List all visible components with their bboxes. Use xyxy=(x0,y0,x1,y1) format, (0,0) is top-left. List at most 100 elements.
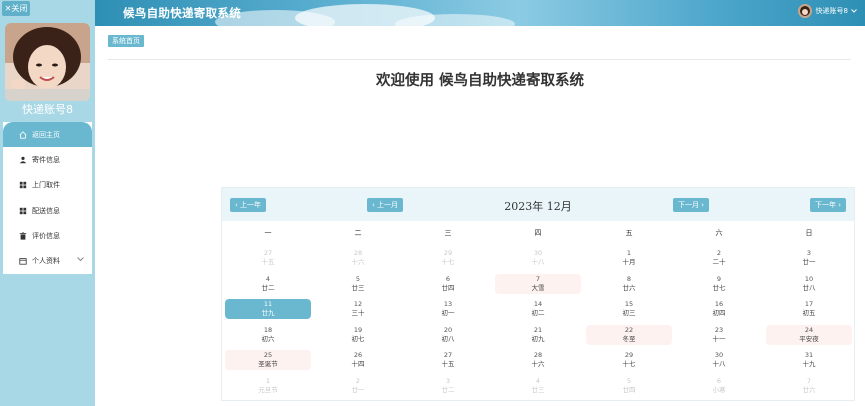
calendar-day[interactable]: 19 初七 xyxy=(315,325,401,345)
grid-icon xyxy=(17,207,29,215)
sidebar-item-profile[interactable]: 个人资料 xyxy=(3,248,92,273)
day-number: 12 xyxy=(353,300,363,308)
calendar-day[interactable]: 23 十一 xyxy=(676,325,762,345)
sidebar-item-label: 寄件信息 xyxy=(32,155,60,164)
calendar-day[interactable]: 8 廿六 xyxy=(586,274,672,294)
calendar-day[interactable]: 5 廿四 xyxy=(586,376,672,396)
lunar-date: 小寒 xyxy=(712,386,726,394)
sidebar-item-label: 个人资料 xyxy=(32,257,60,266)
calendar-day[interactable]: 3 廿一 xyxy=(766,248,852,268)
day-number: 25 xyxy=(263,351,273,359)
lunar-date: 十八 xyxy=(712,360,726,368)
day-number: 27 xyxy=(443,351,453,359)
day-number: 7 xyxy=(535,275,541,283)
day-number: 26 xyxy=(353,351,363,359)
calendar-day[interactable]: 11 廿九 xyxy=(225,299,311,319)
calendar-day[interactable]: 7 大雪 xyxy=(495,274,581,294)
lunar-date: 平安夜 xyxy=(799,335,819,343)
lunar-date: 廿四 xyxy=(441,284,455,292)
weekday-label: 二 xyxy=(354,229,362,237)
day-number: 22 xyxy=(624,326,634,334)
day-number: 7 xyxy=(806,377,812,385)
day-number: 6 xyxy=(445,275,451,283)
calendar-day[interactable]: 18 初六 xyxy=(225,325,311,345)
lunar-date: 初四 xyxy=(712,309,726,317)
calendar-day[interactable]: 6 廿四 xyxy=(405,274,491,294)
calendar-day[interactable]: 1 元旦节 xyxy=(225,376,311,396)
lunar-date: 初七 xyxy=(351,335,365,343)
calendar-day[interactable]: 20 初八 xyxy=(405,325,491,345)
day-number: 5 xyxy=(355,275,361,283)
calendar-day[interactable]: 24 平安夜 xyxy=(766,325,852,345)
close-button[interactable]: ✕关闭 xyxy=(2,1,30,16)
calendar-day[interactable]: 14 初二 xyxy=(495,299,581,319)
lunar-date: 初九 xyxy=(531,335,545,343)
weekday-row: 一二三四五六日 xyxy=(222,228,854,240)
lunar-date: 元旦节 xyxy=(258,386,278,394)
calendar-day[interactable]: 4 廿二 xyxy=(225,274,311,294)
sidebar-item-label: 配送信息 xyxy=(32,206,60,215)
calendar-day[interactable]: 17 初五 xyxy=(766,299,852,319)
sidebar-item-delivery-info[interactable]: 配送信息 xyxy=(3,198,92,223)
calendar-day[interactable]: 27 十五 xyxy=(405,350,491,370)
calendar-day[interactable]: 12 三十 xyxy=(315,299,401,319)
calendar-day[interactable]: 31 十九 xyxy=(766,350,852,370)
day-number: 27 xyxy=(263,249,273,257)
calendar-day[interactable]: 1 十月 xyxy=(586,248,672,268)
sidebar-item-reviews[interactable]: 评价信息 xyxy=(3,223,92,248)
next-year-button[interactable]: 下一年 › xyxy=(810,198,847,212)
calendar-day[interactable]: 6 小寒 xyxy=(676,376,762,396)
day-number: 2 xyxy=(716,249,722,257)
calendar-day[interactable]: 3 廿二 xyxy=(405,376,491,396)
calendar-day[interactable]: 29 十七 xyxy=(405,248,491,268)
calendar-day[interactable]: 28 十六 xyxy=(315,248,401,268)
calendar-day[interactable]: 26 十四 xyxy=(315,350,401,370)
calendar-day[interactable]: 29 十七 xyxy=(586,350,672,370)
calendar-day[interactable]: 16 初四 xyxy=(676,299,762,319)
calendar-day[interactable]: 5 廿三 xyxy=(315,274,401,294)
lunar-date: 十月 xyxy=(622,258,636,266)
calendar-day[interactable]: 2 廿一 xyxy=(315,376,401,396)
lunar-date: 廿二 xyxy=(441,386,455,394)
calendar-day[interactable]: 22 冬至 xyxy=(586,325,672,345)
sidebar-item-label: 返回主页 xyxy=(32,130,60,139)
sidebar-item-pickup[interactable]: 上门取件 xyxy=(3,173,92,198)
user-menu[interactable]: 快递账号8 xyxy=(797,4,857,18)
calendar-day[interactable]: 2 二十 xyxy=(676,248,762,268)
day-number: 4 xyxy=(535,377,541,385)
calendar-header: ‹ 上一年 ‹ 上一月 2023年 12月 下一月 › 下一年 › xyxy=(222,188,854,221)
next-month-button[interactable]: 下一月 › xyxy=(673,198,710,212)
calendar-day[interactable]: 7 廿六 xyxy=(766,376,852,396)
calendar-day[interactable]: 27 十五 xyxy=(225,248,311,268)
calendar-day[interactable]: 25 圣诞节 xyxy=(225,350,311,370)
day-number: 21 xyxy=(533,326,543,334)
calendar-day[interactable]: 4 廿三 xyxy=(495,376,581,396)
lunar-date: 十七 xyxy=(622,360,636,368)
day-number: 28 xyxy=(533,351,543,359)
lunar-date: 廿七 xyxy=(712,284,726,292)
home-icon xyxy=(17,130,29,139)
sidebar-item-home[interactable]: 返回主页 xyxy=(3,122,92,148)
lunar-date: 圣诞节 xyxy=(258,360,278,368)
calendar-day[interactable]: 9 廿七 xyxy=(676,274,762,294)
calendar-day[interactable]: 21 初九 xyxy=(495,325,581,345)
calendar-day[interactable]: 30 十八 xyxy=(495,248,581,268)
calendar-day[interactable]: 10 廿八 xyxy=(766,274,852,294)
calendar-day[interactable]: 28 十六 xyxy=(495,350,581,370)
sidebar: ✕关闭 快递账号8 返回主页 寄件信息 上门取件 配送信息 评价信息 个人资料 xyxy=(0,0,95,406)
avatar xyxy=(5,23,90,101)
calendar-icon xyxy=(17,257,29,265)
lunar-date: 廿二 xyxy=(261,284,275,292)
day-number: 10 xyxy=(804,275,814,283)
breadcrumb[interactable]: 系统首页 xyxy=(108,35,144,47)
day-number: 29 xyxy=(624,351,634,359)
lunar-date: 十七 xyxy=(441,258,455,266)
calendar: ‹ 上一年 ‹ 上一月 2023年 12月 下一月 › 下一年 › 一 二 三 四 五 六… xyxy=(221,187,855,401)
day-number: 17 xyxy=(804,300,814,308)
sidebar-item-shipping-info[interactable]: 寄件信息 xyxy=(3,147,92,172)
calendar-day[interactable]: 30 十八 xyxy=(676,350,762,370)
calendar-day[interactable]: 13 初一 xyxy=(405,299,491,319)
calendar-day[interactable]: 15 初三 xyxy=(586,299,672,319)
day-number: 2 xyxy=(355,377,361,385)
weekday-label: 四 xyxy=(534,229,542,237)
